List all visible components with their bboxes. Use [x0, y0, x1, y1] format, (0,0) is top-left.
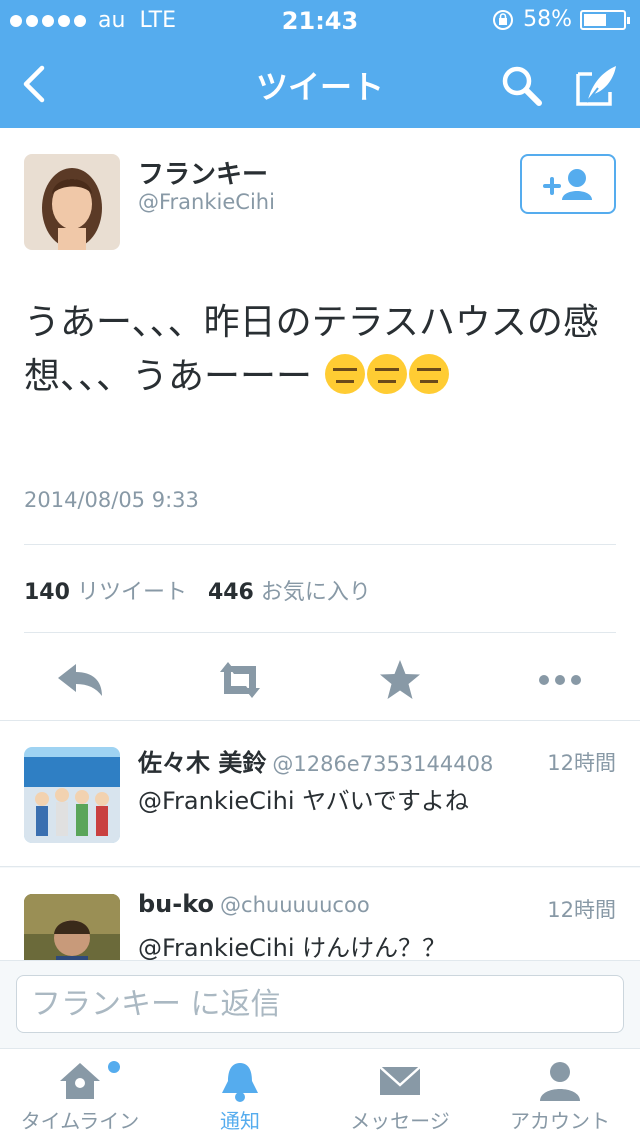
- expressionless-face-icon: [409, 354, 450, 394]
- tab-label: タイムライン: [20, 1109, 140, 1133]
- tweet-author: フランキー @FrankieCihi: [24, 154, 616, 254]
- reply-author-handle[interactable]: @chuuuuucoo: [220, 893, 370, 917]
- reply-bar: [0, 960, 640, 1048]
- author-handle[interactable]: @FrankieCihi: [138, 190, 275, 214]
- home-icon: [60, 1063, 100, 1099]
- divider: [24, 544, 616, 545]
- page-title: ツイート: [255, 68, 384, 106]
- tweet-actions: [0, 650, 640, 710]
- reply-time: 12時間: [547, 898, 616, 922]
- envelope-icon: [379, 1066, 421, 1095]
- author-avatar[interactable]: [24, 154, 120, 250]
- status-bar: au LTE 21:43 58%: [0, 0, 640, 40]
- rotation-lock-icon: [493, 9, 514, 30]
- reply-text: @FrankieCihi ヤバいですよね: [138, 787, 469, 815]
- divider: [24, 632, 616, 633]
- more-icon[interactable]: [532, 654, 588, 706]
- reply-text: @FrankieCihi けんけん？？: [138, 934, 447, 962]
- tab-messages[interactable]: メッセージ: [320, 1049, 480, 1136]
- tab-label: メッセージ: [350, 1109, 450, 1133]
- reply-author-name[interactable]: 佐々木 美鈴: [138, 749, 266, 777]
- reply-input[interactable]: [16, 975, 624, 1033]
- person-icon: [540, 1062, 580, 1101]
- retweet-count[interactable]: 140: [24, 580, 70, 605]
- avatar[interactable]: [24, 747, 120, 843]
- reply-author-handle[interactable]: @1286e7353144408: [272, 752, 493, 776]
- search-icon[interactable]: [498, 62, 544, 108]
- list-item[interactable]: 佐々木 美鈴 @1286e7353144408 12時間 @FrankieCihi…: [0, 721, 640, 867]
- bell-icon: [222, 1063, 258, 1102]
- retweet-label[interactable]: リツイート: [77, 580, 187, 605]
- author-name[interactable]: フランキー: [138, 154, 268, 191]
- follow-button[interactable]: [520, 154, 616, 214]
- compose-icon[interactable]: [574, 62, 620, 108]
- favorite-star-icon[interactable]: [372, 654, 428, 706]
- tab-account[interactable]: アカウント: [480, 1049, 640, 1136]
- nav-bar: ツイート: [0, 40, 640, 128]
- add-user-icon: [543, 169, 592, 200]
- retweet-icon[interactable]: [212, 654, 268, 706]
- tab-bar: タイムライン 通知 メッセージ アカウント: [0, 1048, 640, 1136]
- expressionless-face-icon: [367, 354, 408, 394]
- expressionless-face-icon: [325, 354, 366, 394]
- tweet-stats: 140 リツイート 446 お気に入り: [24, 574, 371, 606]
- favorite-label[interactable]: お気に入り: [261, 580, 371, 605]
- top-bar: au LTE 21:43 58% ツイート: [0, 0, 640, 128]
- tab-timeline[interactable]: タイムライン: [0, 1049, 160, 1136]
- tweet-date: 2014/08/05 9:33: [24, 488, 199, 512]
- tweet-text: うあー、、、昨日のテラスハウスの感想、、、うあーーー: [24, 302, 599, 397]
- tab-label: 通知: [220, 1109, 260, 1133]
- reply-time: 12時間: [547, 751, 616, 775]
- new-indicator: [108, 1061, 120, 1073]
- tab-notifications[interactable]: 通知: [160, 1049, 320, 1136]
- favorite-count[interactable]: 446: [208, 580, 254, 605]
- battery-icon: [580, 9, 630, 30]
- reply-author-name[interactable]: bu-ko: [138, 890, 214, 918]
- reply-list: 佐々木 美鈴 @1286e7353144408 12時間 @FrankieCihi…: [0, 720, 640, 1014]
- battery-percent: 58%: [523, 7, 572, 32]
- tab-label: アカウント: [510, 1109, 610, 1133]
- reply-icon[interactable]: [52, 654, 108, 706]
